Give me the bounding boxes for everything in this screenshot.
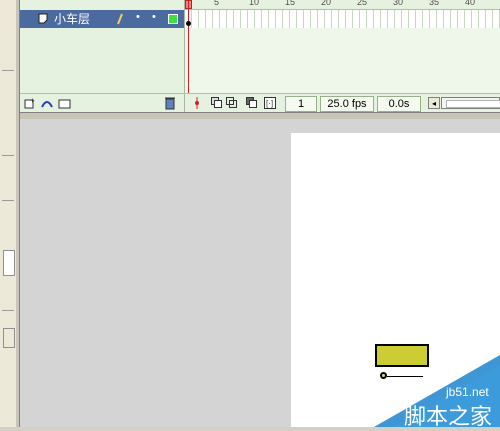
- timeline-scrollbar[interactable]: [441, 97, 500, 109]
- insert-folder-icon[interactable]: [58, 97, 72, 109]
- timeline-status-bar: + [·] 1 25.0 fps 0.0s ◂: [20, 93, 500, 113]
- tools-separator: [2, 200, 14, 201]
- layer-row-selected[interactable]: 小车层 • •: [20, 10, 184, 28]
- center-frame-icon[interactable]: [194, 97, 200, 109]
- ruler-tick: 20: [321, 0, 332, 7]
- layer-page-icon: [38, 13, 48, 24]
- modify-onion-markers-icon[interactable]: [·]: [264, 97, 276, 109]
- keyframe-dot[interactable]: [186, 21, 191, 26]
- onion-skin-outlines-icon[interactable]: [226, 97, 237, 108]
- ruler-tick: 30: [393, 0, 404, 7]
- edit-multiple-frames-icon[interactable]: [246, 97, 257, 108]
- watermark: jb51.net 脚本之家: [374, 355, 500, 430]
- svg-text:[·]: [·]: [266, 99, 273, 108]
- ruler-tick: 35: [429, 0, 440, 7]
- tools-panel-edge: [0, 0, 17, 427]
- frame-rate-field[interactable]: 25.0 fps: [320, 96, 374, 112]
- frame-ruler[interactable]: 5 10 15 20 25 30 35 40: [185, 0, 500, 10]
- scrollbar-thumb[interactable]: [446, 100, 500, 108]
- tool-swatch[interactable]: [3, 250, 15, 276]
- svg-text:+: +: [30, 97, 35, 105]
- layer-frames-row[interactable]: [185, 10, 500, 28]
- trash-icon[interactable]: [164, 96, 176, 110]
- lock-dot-icon[interactable]: •: [152, 11, 156, 23]
- timeline-panel: 小车层 • • 5 10 15 20 25 30 35 40 + [·] 1 2…: [20, 0, 500, 113]
- layer-name: 小车层: [54, 12, 91, 26]
- ruler-tick: 5: [214, 0, 220, 7]
- ruler-tick: 10: [249, 0, 260, 7]
- ruler-tick: 40: [465, 0, 476, 7]
- watermark-url: jb51.net: [446, 385, 489, 399]
- outline-square-icon[interactable]: [168, 14, 178, 24]
- add-layer-icon[interactable]: +: [24, 97, 36, 109]
- add-motion-guide-icon[interactable]: [40, 97, 54, 109]
- tools-separator: [2, 155, 14, 156]
- pencil-icon[interactable]: [116, 13, 124, 25]
- tools-separator: [2, 310, 14, 311]
- ruler-tick: 25: [357, 0, 368, 7]
- tools-separator: [2, 70, 14, 71]
- scroll-left-icon[interactable]: ◂: [428, 97, 440, 109]
- elapsed-time-field: 0.0s: [377, 96, 421, 112]
- watermark-brand: 脚本之家: [404, 405, 493, 430]
- tool-button[interactable]: [3, 328, 15, 348]
- current-frame-field: 1: [285, 96, 317, 112]
- status-divider: [184, 94, 185, 113]
- playhead-line: [188, 0, 189, 94]
- onion-skin-icon[interactable]: [211, 97, 222, 108]
- ruler-tick: 15: [285, 0, 296, 7]
- visibility-dot-icon[interactable]: •: [136, 11, 140, 23]
